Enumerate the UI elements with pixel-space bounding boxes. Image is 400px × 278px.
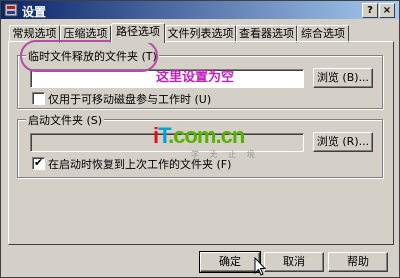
close-title-button[interactable]: × (379, 3, 395, 18)
watermark-slogan: 学 无 止 境 (191, 150, 259, 159)
restore-last-folder-checkbox[interactable]: ✔ (32, 156, 45, 170)
startup-browse-button[interactable]: 浏览 (R)... (313, 132, 373, 152)
settings-dialog: 设置 ? × 常规选项 压缩选项 路径选项 文件列表选项 查看器选项 综合选项 … (0, 0, 400, 278)
temp-browse-button[interactable]: 浏览 (B)... (313, 68, 373, 88)
startup-folder-label: 启动文件夹 (S) (26, 112, 105, 128)
annotation-highlight-oval (20, 40, 158, 72)
removable-disk-label: 仅用于可移动磁盘参与工作时 (U) (48, 93, 212, 106)
help-title-button[interactable]: ? (362, 3, 378, 18)
tab-path[interactable]: 路径选项 (111, 23, 165, 43)
check-mark-icon: ✔ (34, 156, 44, 169)
watermark-logo: iT.com.cn 学 无 止 境 (153, 123, 263, 163)
ok-button[interactable]: 确定 (199, 251, 261, 273)
mouse-cursor-icon (254, 257, 266, 276)
removable-disk-checkbox[interactable] (32, 92, 45, 105)
help-button[interactable]: 帮助 (328, 252, 388, 272)
annotation-text: 这里设置为空 (156, 70, 235, 85)
watermark-text: iT.com.cn (153, 123, 245, 148)
title-bar[interactable]: 设置 ? × (1, 1, 399, 19)
window-title: 设置 (22, 5, 47, 19)
cancel-button[interactable]: 取消 (264, 252, 324, 272)
app-icon (4, 3, 18, 17)
